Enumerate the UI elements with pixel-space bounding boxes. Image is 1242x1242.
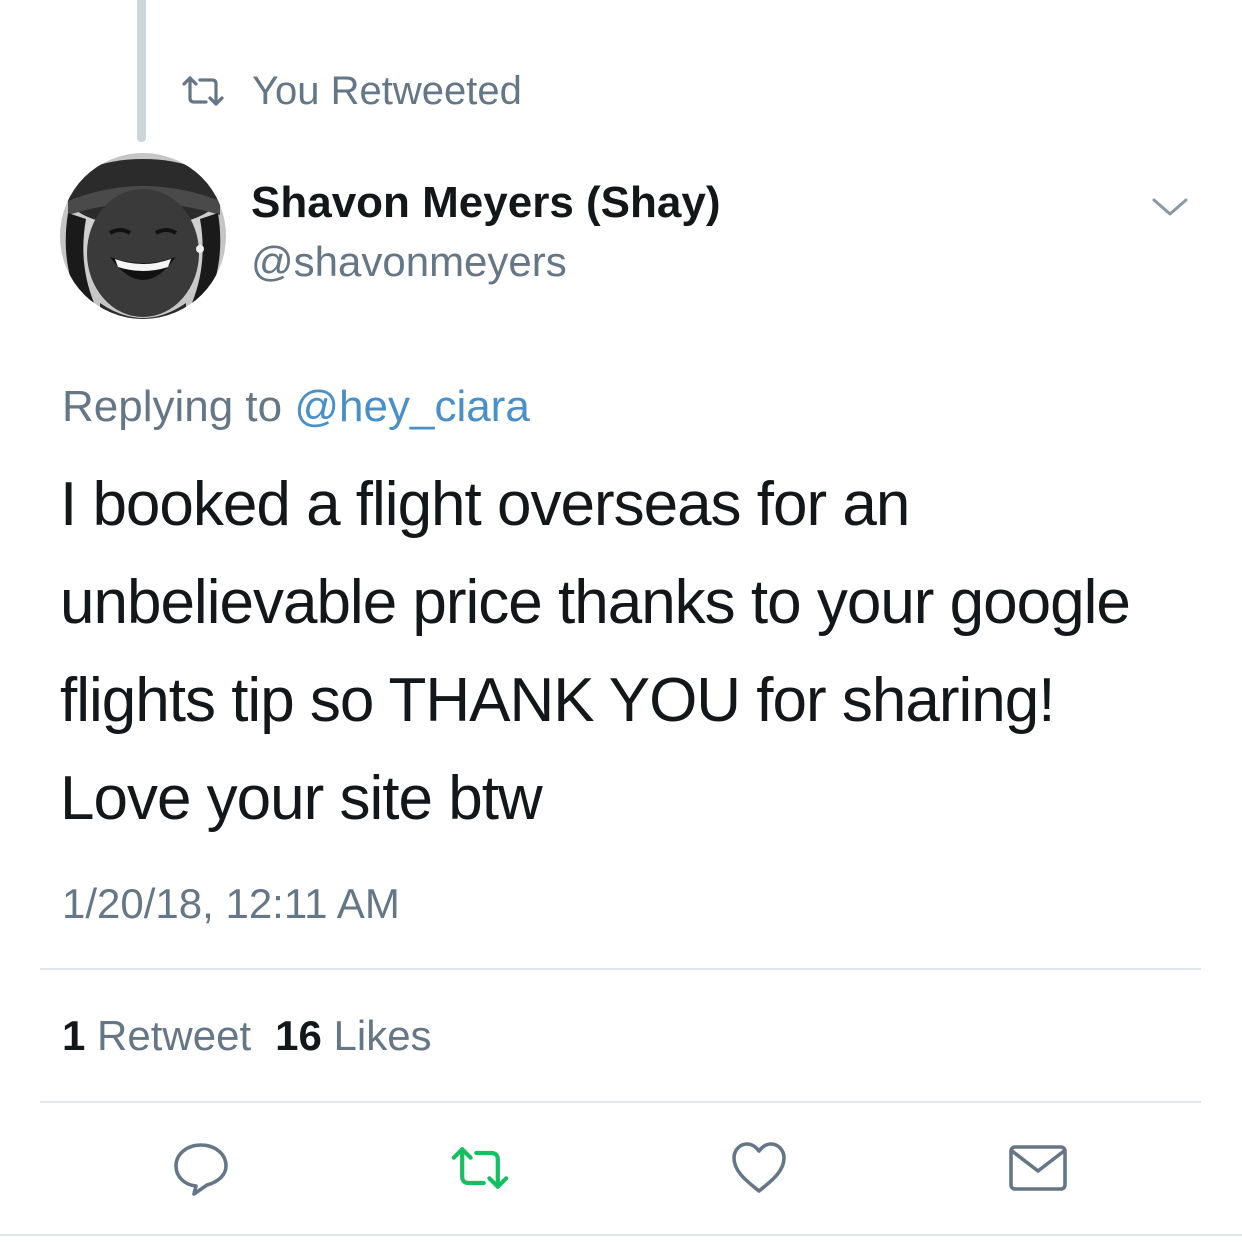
reply-icon [174, 1143, 228, 1196]
tweet-text: I booked a flight overseas for an unbeli… [60, 470, 1131, 833]
divider [0, 1234, 1242, 1236]
replying-to: Replying to @hey_ciara [62, 382, 530, 432]
retweet-context-label: You Retweeted [252, 68, 522, 113]
retweets-stat[interactable]: 1 Retweet [62, 1012, 251, 1059]
author-name[interactable]: Shavon Meyers (Shay) [251, 178, 721, 228]
mail-icon [1009, 1145, 1067, 1191]
heart-icon [732, 1142, 786, 1193]
retweet-icon [451, 1147, 509, 1189]
tweet-stats: 1 Retweet 16 Likes [62, 1012, 432, 1060]
avatar-photo [60, 153, 226, 319]
divider [40, 1101, 1201, 1103]
avatar[interactable] [60, 153, 226, 319]
retweets-label: Retweet [97, 1012, 252, 1059]
tweet-action-bar [0, 1138, 1242, 1198]
author-handle[interactable]: @shavonmeyers [251, 238, 567, 286]
likes-count: 16 [275, 1012, 322, 1059]
like-button[interactable] [729, 1138, 789, 1198]
retweets-count: 1 [62, 1012, 86, 1059]
divider [40, 968, 1201, 970]
likes-label: Likes [333, 1012, 432, 1059]
likes-stat[interactable]: 16 Likes [275, 1012, 431, 1059]
reply-mention-link[interactable]: @hey_ciara [294, 382, 529, 431]
retweet-icon [182, 76, 224, 106]
thread-connector-line [137, 0, 146, 142]
retweet-context: You Retweeted [180, 66, 522, 116]
direct-message-button[interactable] [1008, 1138, 1068, 1198]
reply-button[interactable] [171, 1138, 231, 1198]
retweet-button[interactable] [450, 1138, 510, 1198]
tweet-timestamp: 1/20/18, 12:11 AM [62, 880, 400, 927]
replying-to-label: Replying to [62, 382, 295, 431]
chevron-down-icon[interactable] [1150, 192, 1190, 222]
